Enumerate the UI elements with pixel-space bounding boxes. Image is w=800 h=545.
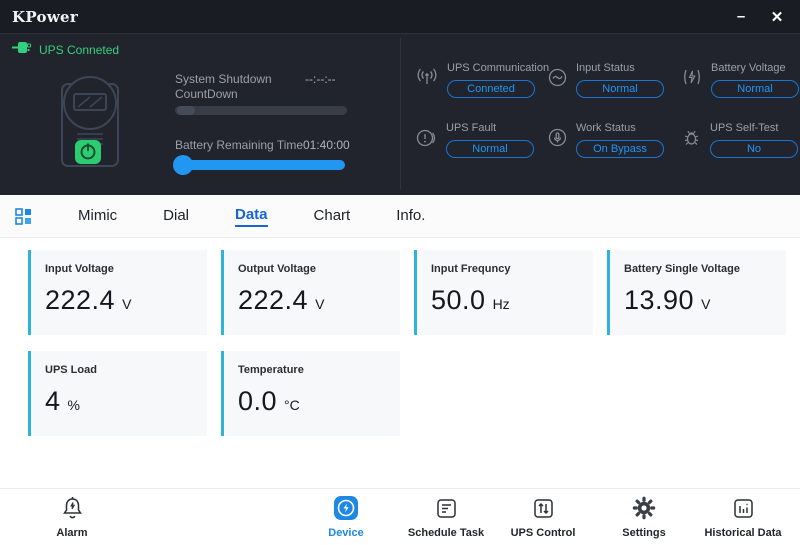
card-value: 50.0 (431, 285, 486, 315)
nav-item-device[interactable]: Device (291, 495, 401, 539)
nav-label: Device (328, 527, 364, 539)
card-label: Input Frequncy (431, 263, 511, 275)
shutdown-progress-knob (177, 106, 195, 115)
nav-label: Settings (622, 527, 666, 539)
card-grid: Input Voltage 222.4 V Output Voltage 222… (28, 250, 788, 436)
close-button[interactable]: ✕ (766, 6, 788, 28)
window-controls: – ✕ (730, 6, 788, 28)
status-item-ups-communication: UPS Communication Conneted (402, 62, 549, 98)
schedule-list-icon (391, 495, 501, 521)
card-value: 222.4 (45, 285, 116, 315)
battery-remaining-value: 01:40:00 (303, 138, 350, 152)
alarm-clock-icon (416, 128, 437, 152)
bottom-nav: Alarm Device Schedule Task UPS Control S… (0, 488, 800, 545)
grid-layout-icon[interactable] (15, 207, 32, 225)
card-unit: % (67, 397, 80, 413)
status-label: Work Status (576, 122, 636, 134)
nav-label: Schedule Task (407, 527, 485, 539)
status-label: Input Status (576, 62, 635, 74)
minimize-button[interactable]: – (730, 6, 752, 28)
status-value-pill: No (710, 140, 798, 158)
bar-chart-icon (688, 495, 798, 521)
shutdown-countdown-label: System Shutdown CountDown (175, 72, 272, 101)
connection-status: UPS Conneted (12, 41, 119, 59)
nav-label: Alarm (56, 527, 88, 539)
card-battery-single-voltage: Battery Single Voltage 13.90 V (607, 250, 786, 335)
status-label: Battery Voltage (711, 62, 786, 74)
status-label: UPS Self-Test (710, 122, 779, 134)
status-value-pill: Normal (576, 80, 664, 98)
status-grid: UPS Communication Conneted Input Status … (402, 62, 800, 158)
card-label: Battery Single Voltage (624, 263, 740, 275)
data-content: Input Voltage 222.4 V Output Voltage 222… (0, 238, 800, 488)
alarm-bell-icon (17, 495, 127, 521)
shutdown-progress-bar (175, 106, 347, 115)
app-title: KPower (12, 7, 79, 26)
card-value: 13.90 (624, 285, 695, 315)
antenna-icon (416, 68, 438, 91)
card-label: Output Voltage (238, 263, 317, 275)
card-unit: V (122, 296, 132, 312)
status-item-input-status: Input Status Normal (534, 62, 668, 98)
card-unit: V (701, 296, 711, 312)
card-label: UPS Load (45, 364, 97, 376)
battery-slider-knob[interactable] (173, 155, 193, 175)
card-input-voltage: Input Voltage 222.4 V (28, 250, 207, 335)
card-unit: V (315, 296, 325, 312)
tab-mimic[interactable]: Mimic (78, 207, 117, 226)
tab-chart[interactable]: Chart (314, 207, 351, 226)
shutdown-countdown-value: --:--:-- (305, 72, 336, 86)
tab-bar: Mimic Dial Data Chart Info. (0, 195, 800, 238)
card-value: 4 (45, 386, 61, 416)
status-value-pill: Normal (711, 80, 799, 98)
status-item-ups-self-test: UPS Self-Test No (668, 122, 798, 158)
nav-item-alarm[interactable]: Alarm (17, 495, 127, 539)
status-value-pill: On Bypass (576, 140, 664, 158)
card-label: Temperature (238, 364, 304, 376)
battery-remaining-slider[interactable] (173, 155, 345, 175)
plug-connected-icon (12, 41, 32, 59)
status-label: UPS Fault (446, 122, 497, 134)
status-item-work-status: Work Status On Bypass (534, 122, 668, 158)
nav-item-ups-control[interactable]: UPS Control (488, 495, 598, 539)
bug-icon (682, 128, 701, 152)
card-unit: Hz (492, 296, 510, 312)
status-item-battery-voltage: Battery Voltage Normal (668, 62, 799, 98)
status-item-ups-fault: UPS Fault Normal (402, 122, 534, 158)
status-value-pill: Normal (446, 140, 534, 158)
card-ups-load: UPS Load 4 % (28, 351, 207, 436)
status-panel: UPS Conneted System Shutdown CountDown -… (0, 33, 800, 195)
nav-item-settings[interactable]: Settings (589, 495, 699, 539)
battery-charge-icon (682, 68, 702, 91)
title-bar: KPower – ✕ (0, 0, 800, 33)
card-temperature: Temperature 0.0 °C (221, 351, 400, 436)
microphone-icon (548, 128, 567, 152)
sine-wave-icon (548, 68, 567, 92)
nav-label: UPS Control (510, 527, 576, 539)
nav-item-historical-data[interactable]: Historical Data (688, 495, 798, 539)
card-label: Input Voltage (45, 263, 114, 275)
connection-status-label: UPS Conneted (39, 43, 120, 57)
card-value: 0.0 (238, 386, 278, 416)
control-sliders-icon (488, 495, 598, 521)
nav-item-schedule-task[interactable]: Schedule Task (391, 495, 501, 539)
status-value-pill: Conneted (447, 80, 535, 98)
card-unit: °C (284, 397, 300, 413)
gear-icon (589, 495, 699, 521)
tab-data[interactable]: Data (235, 206, 268, 227)
tab-dial[interactable]: Dial (163, 207, 189, 226)
card-value: 222.4 (238, 285, 309, 315)
ups-device-figure (50, 74, 128, 175)
nav-label: Historical Data (704, 527, 782, 539)
card-input-frequency: Input Frequncy 50.0 Hz (414, 250, 593, 335)
panel-divider (400, 38, 401, 190)
tab-info[interactable]: Info. (396, 207, 425, 226)
card-output-voltage: Output Voltage 222.4 V (221, 250, 400, 335)
device-bolt-icon (291, 495, 401, 521)
